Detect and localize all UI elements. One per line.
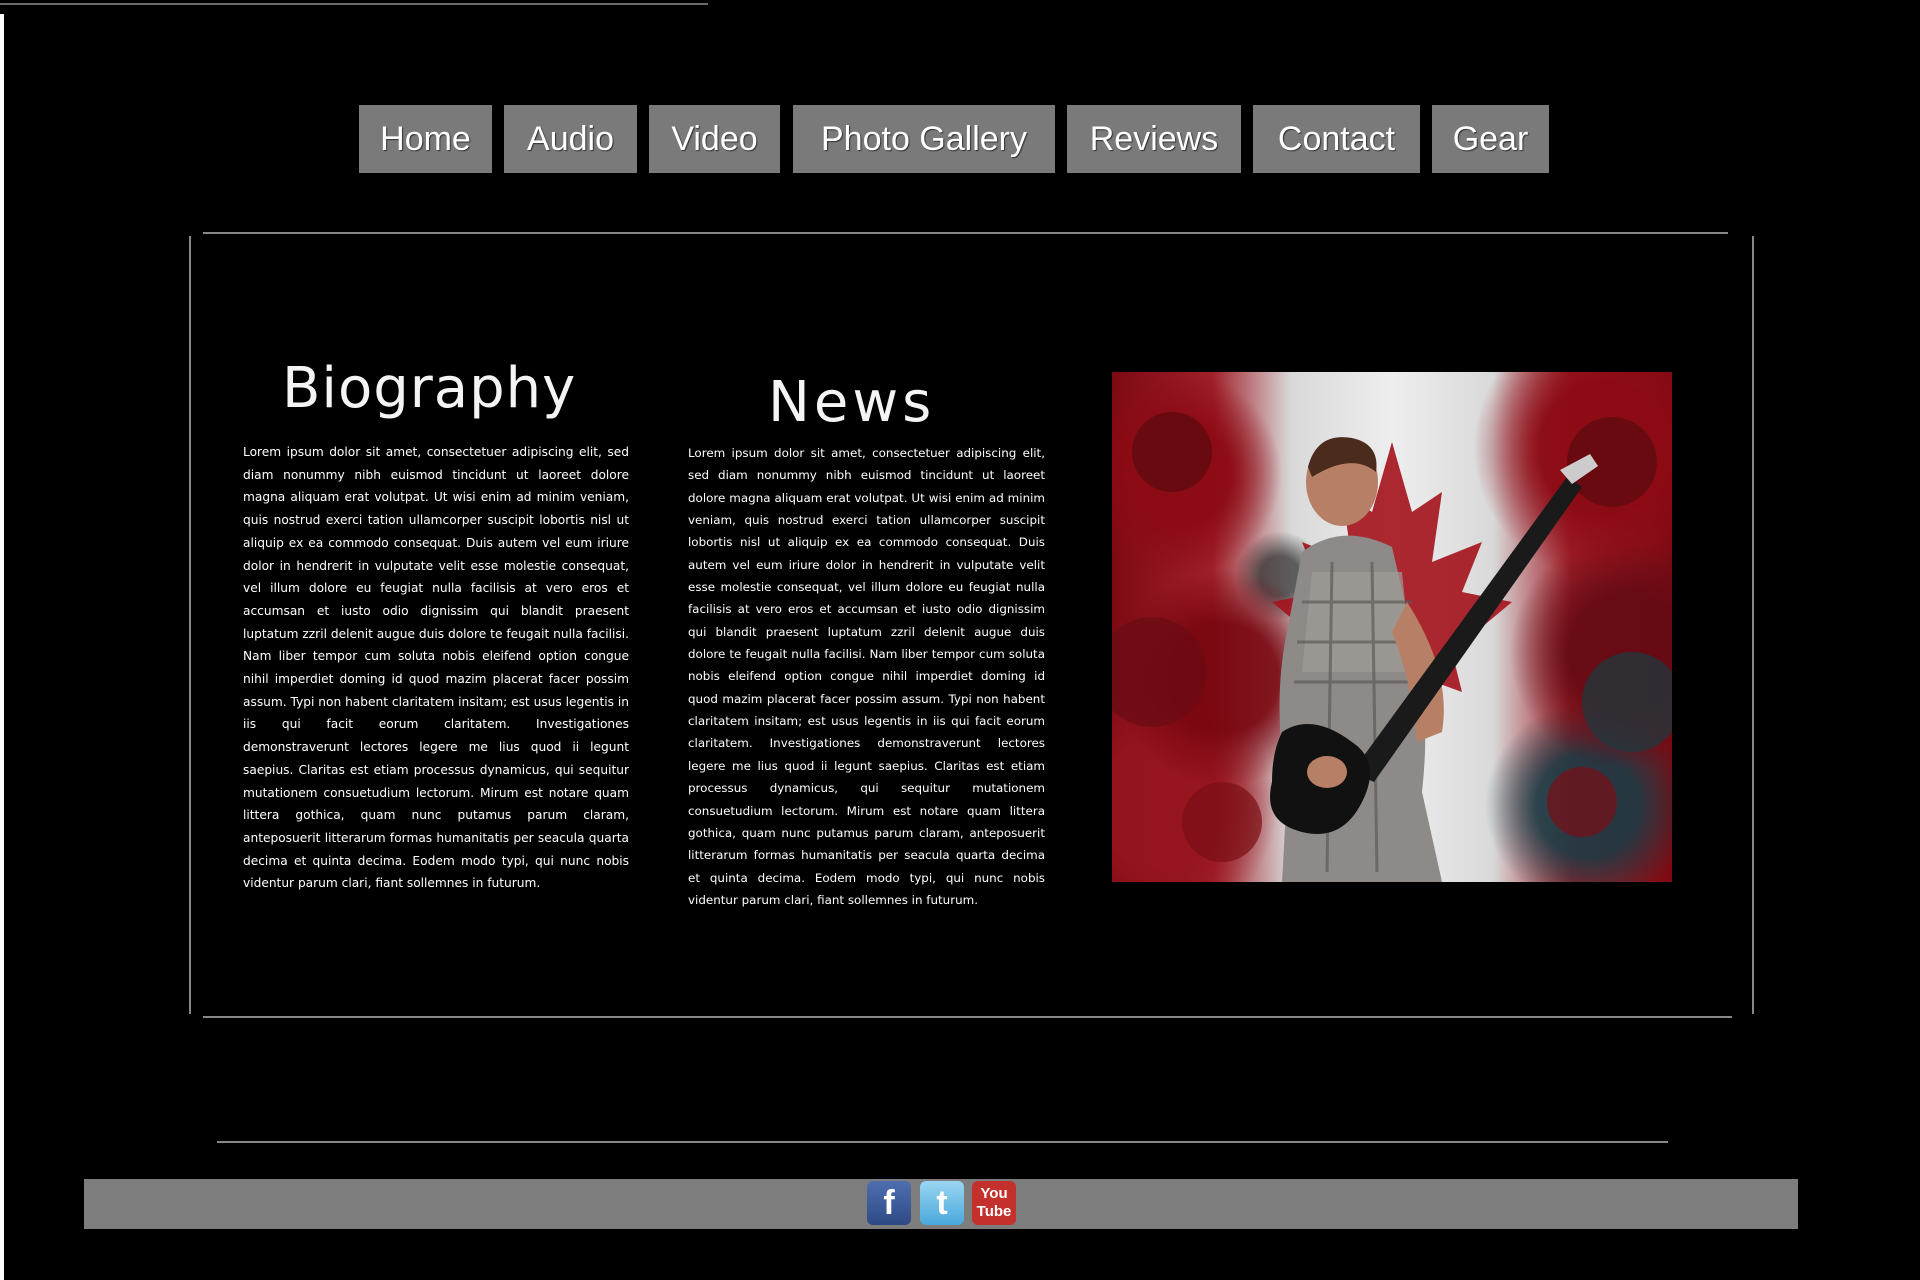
guitarist-canada-flag-icon (1112, 412, 1672, 882)
youtube-glyph-bottom: Tube (976, 1203, 1012, 1220)
twitter-icon[interactable]: t (920, 1181, 964, 1225)
youtube-icon[interactable]: You Tube (972, 1181, 1016, 1225)
top-divider (0, 3, 708, 5)
content-left-border (189, 236, 191, 1014)
content-bottom-border (203, 1016, 1732, 1018)
nav-photo-gallery-button[interactable]: Photo Gallery (793, 105, 1055, 173)
nav-gear-button[interactable]: Gear (1432, 105, 1549, 173)
nav-home-button[interactable]: Home (359, 105, 492, 173)
content-right-border (1752, 236, 1754, 1014)
twitter-glyph: t (936, 1183, 948, 1222)
nav-audio-button[interactable]: Audio (504, 105, 637, 173)
footer-divider (217, 1141, 1668, 1143)
news-text: Lorem ipsum dolor sit amet, consectetuer… (688, 446, 1045, 907)
left-edge-border (0, 14, 4, 1280)
guitarist-photo (1112, 372, 1672, 882)
facebook-glyph: f (883, 1183, 895, 1222)
youtube-glyph-top: You (980, 1185, 1008, 1202)
nav-video-button[interactable]: Video (649, 105, 780, 173)
nav-contact-button[interactable]: Contact (1253, 105, 1420, 173)
facebook-icon[interactable]: f (867, 1181, 911, 1225)
biography-text: Lorem ipsum dolor sit amet, consectetuer… (243, 445, 629, 891)
content-top-border (203, 232, 1728, 234)
news-heading: News (768, 370, 936, 435)
biography-heading: Biography (282, 356, 577, 421)
nav-reviews-button[interactable]: Reviews (1067, 105, 1241, 173)
